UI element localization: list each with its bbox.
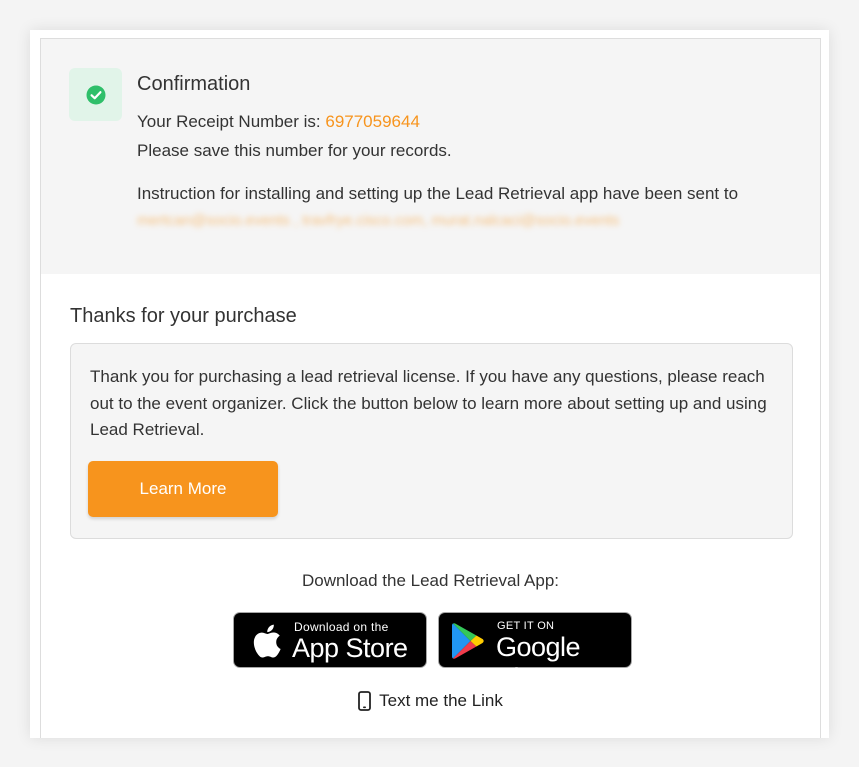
phone-icon	[358, 691, 372, 711]
instructions-text: Instruction for installing and setting u…	[137, 184, 739, 203]
check-circle-icon	[86, 85, 106, 105]
receipt-number: 6977059644	[325, 112, 420, 131]
learn-more-button[interactable]: Learn More	[88, 461, 278, 517]
confirmation-section: Confirmation Your Receipt Number is: 697…	[41, 39, 820, 274]
app-store-badge[interactable]: Download on the App Store	[233, 612, 427, 668]
app-store-big-text: App Store	[292, 633, 408, 663]
receipt-label: Your Receipt Number is:	[137, 112, 321, 131]
thanks-message: Thank you for purchasing a lead retrieva…	[90, 367, 767, 439]
google-play-small-text: GET IT ON	[497, 620, 555, 632]
app-store-small-text: Download on the	[294, 620, 389, 634]
apple-icon	[250, 623, 282, 664]
check-tile	[69, 68, 122, 121]
receipt-line: Your Receipt Number is: 6977059644	[137, 112, 420, 132]
text-me-link[interactable]: Text me the Link	[41, 691, 820, 711]
thanks-title: Thanks for your purchase	[70, 305, 297, 327]
confirmation-card: Confirmation Your Receipt Number is: 697…	[30, 30, 829, 738]
thanks-box: Thank you for purchasing a lead retrieva…	[70, 343, 793, 539]
google-play-big-text: Google Play	[496, 632, 581, 693]
save-note: Please save this number for your records…	[137, 141, 452, 160]
google-play-icon	[451, 622, 485, 665]
confirmation-title: Confirmation	[137, 73, 251, 95]
card-inner: Confirmation Your Receipt Number is: 697…	[40, 38, 821, 738]
download-label: Download the Lead Retrieval App:	[301, 571, 560, 590]
recipient-emails: mertcan@socio.events , travfrye.cisco.co…	[137, 212, 620, 229]
text-me-link-label: Text me the Link	[379, 691, 503, 710]
google-play-badge[interactable]: GET IT ON Google Play	[438, 612, 632, 693]
